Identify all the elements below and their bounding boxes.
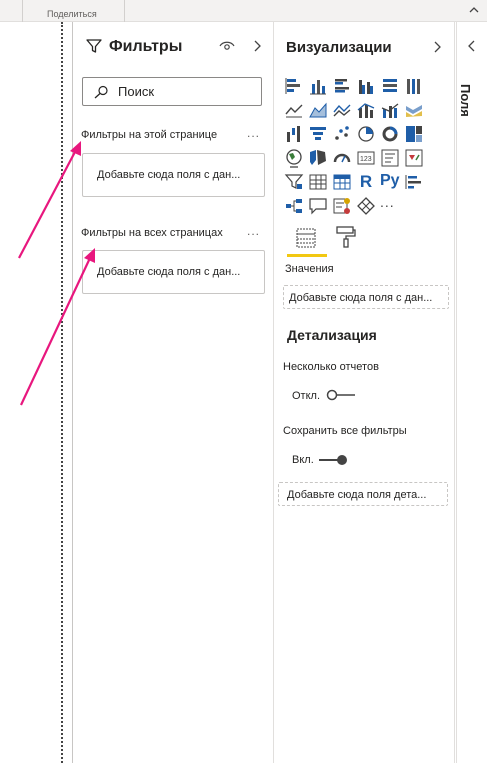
drillthrough-title: Детализация (287, 327, 377, 343)
waterfall-chart-icon[interactable] (284, 124, 304, 144)
map-icon[interactable] (284, 148, 304, 168)
card-icon[interactable]: 123 (356, 148, 376, 168)
more-visuals-icon[interactable]: ... (380, 194, 400, 214)
cross-report-state: Откл. (292, 390, 321, 402)
cross-report-toggle[interactable] (325, 389, 357, 401)
keep-filters-toggle[interactable] (317, 454, 349, 466)
values-drop-zone[interactable]: Добавьте сюда поля с дан... (283, 285, 449, 309)
collapse-visualizations-icon[interactable] (432, 40, 442, 54)
decomposition-tree-icon[interactable] (284, 196, 304, 216)
drillthrough-drop-text: Добавьте сюда поля дета... (287, 489, 427, 501)
filled-map-icon[interactable] (308, 148, 328, 168)
smart-narrative-icon[interactable] (332, 196, 352, 216)
line-stacked-column-icon[interactable] (380, 100, 400, 120)
values-label: Значения (285, 263, 334, 275)
fields-title: Поля (458, 84, 473, 117)
active-tab-indicator (287, 254, 327, 257)
key-influencers-icon[interactable] (404, 172, 424, 192)
svg-text:123: 123 (360, 156, 372, 163)
multi-row-card-icon[interactable] (380, 148, 400, 168)
values-drop-text: Добавьте сюда поля с дан... (289, 292, 433, 304)
format-paint-roller-icon[interactable] (335, 225, 357, 249)
clustered-bar-icon[interactable] (332, 76, 352, 96)
pie-chart-icon[interactable] (356, 124, 376, 144)
ribbon-chart-icon[interactable] (404, 100, 424, 120)
100-stacked-bar-icon[interactable] (380, 76, 400, 96)
drillthrough-drop-zone[interactable]: Добавьте сюда поля дета... (278, 482, 448, 506)
line-clustered-column-icon[interactable] (356, 100, 376, 120)
qa-icon[interactable] (308, 196, 328, 216)
scatter-chart-icon[interactable] (332, 124, 352, 144)
matrix-icon[interactable] (332, 172, 352, 192)
area-chart-icon[interactable] (308, 100, 328, 120)
slicer-icon[interactable] (284, 172, 304, 192)
visualizations-pane: Визуализации 123 R Py ... Значения Добав… (275, 22, 455, 763)
gauge-icon[interactable] (332, 148, 352, 168)
python-visual-icon[interactable]: Py (380, 172, 404, 192)
power-apps-icon[interactable] (356, 196, 376, 216)
visualizations-title: Визуализации (286, 39, 392, 56)
keep-filters-label: Сохранить все фильтры (283, 425, 407, 437)
kpi-icon[interactable] (404, 148, 424, 168)
annotation-arrow (20, 248, 95, 406)
fields-pane[interactable]: Поля (456, 22, 487, 763)
fields-tab-icon[interactable] (295, 227, 317, 249)
donut-chart-icon[interactable] (380, 124, 400, 144)
stacked-column-icon[interactable] (308, 76, 328, 96)
expand-fields-icon[interactable] (467, 39, 477, 53)
clustered-column-icon[interactable] (356, 76, 376, 96)
annotation-arrow (18, 141, 81, 259)
100-stacked-column-icon[interactable] (404, 76, 424, 96)
stacked-bar-icon[interactable] (284, 76, 304, 96)
table-icon[interactable] (308, 172, 328, 192)
r-visual-icon[interactable]: R (356, 172, 376, 192)
stacked-area-icon[interactable] (332, 100, 352, 120)
funnel-chart-icon[interactable] (308, 124, 328, 144)
keep-filters-state: Вкл. (292, 454, 314, 466)
cross-report-label: Несколько отчетов (283, 361, 379, 373)
treemap-icon[interactable] (404, 124, 424, 144)
line-chart-icon[interactable] (284, 100, 304, 120)
